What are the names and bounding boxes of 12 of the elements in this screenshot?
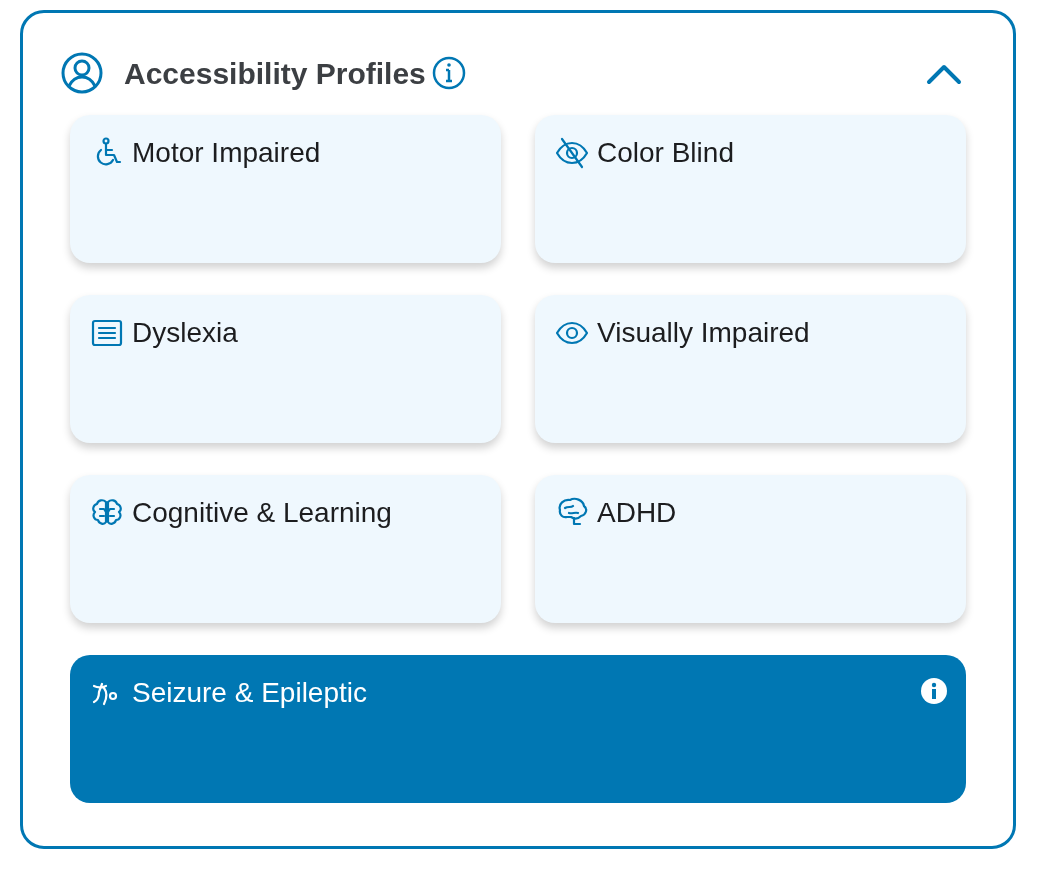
profile-card[interactable]: Color Blind: [535, 115, 966, 263]
panel-title: Accessibility Profiles: [124, 55, 426, 92]
eye-off-icon: [555, 136, 589, 170]
info-icon[interactable]: [920, 677, 948, 705]
profile-card[interactable]: Motor Impaired: [70, 115, 501, 263]
profile-card[interactable]: Visually Impaired: [535, 295, 966, 443]
user-icon: [60, 51, 104, 95]
profile-card[interactable]: Dyslexia: [70, 295, 501, 443]
info-icon[interactable]: [431, 56, 466, 90]
profile-card[interactable]: Cognitive & Learning: [70, 475, 501, 623]
profile-card[interactable]: ADHD: [535, 475, 966, 623]
profile-card[interactable]: Seizure & Epileptic: [70, 655, 966, 803]
